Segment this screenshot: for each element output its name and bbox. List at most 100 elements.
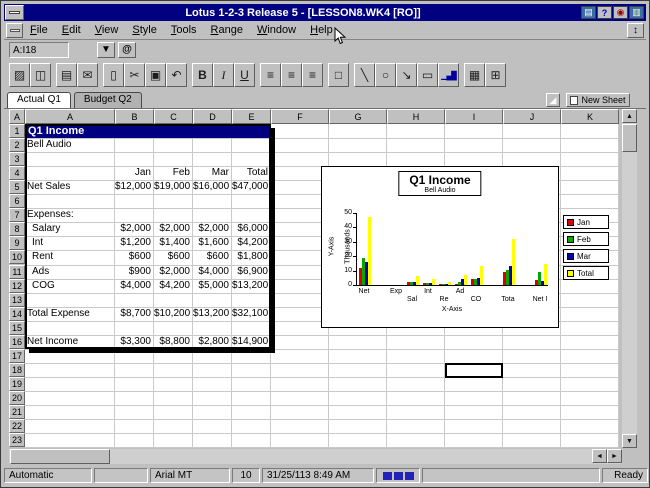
column-header-H[interactable]: H xyxy=(387,109,445,124)
bold-button[interactable]: B xyxy=(192,63,213,87)
send-mail-button[interactable]: ✉ xyxy=(77,63,98,87)
cell-D11[interactable]: $4,000 xyxy=(193,265,232,279)
row-header-6[interactable]: 6 xyxy=(9,194,25,209)
cell-B11[interactable]: $900 xyxy=(115,265,154,279)
column-header-K[interactable]: K xyxy=(561,109,619,124)
menu-file[interactable]: File xyxy=(23,23,55,37)
horizontal-scrollbar[interactable]: ◄ ► xyxy=(9,449,622,464)
cell-A5[interactable]: Net Sales xyxy=(25,180,115,194)
grid-tool-button[interactable]: ▦ xyxy=(464,63,485,87)
row-header-1[interactable]: 1 xyxy=(9,124,25,139)
cell-C12[interactable]: $4,200 xyxy=(154,279,193,293)
status-recalc[interactable]: Automatic xyxy=(4,468,92,483)
legend-jan[interactable]: Jan xyxy=(563,215,609,229)
cell-D9[interactable]: $1,600 xyxy=(193,236,232,250)
column-header-I[interactable]: I xyxy=(445,109,503,124)
help-utility-icon[interactable]: ? xyxy=(597,6,612,19)
draw-line-button[interactable]: ╲ xyxy=(354,63,375,87)
status-smarticons-indicator[interactable] xyxy=(376,468,420,483)
sheet-corner-button[interactable]: A xyxy=(9,109,25,124)
cell-C5[interactable]: $19,000 xyxy=(154,180,193,194)
navigator-button[interactable]: ▼ xyxy=(97,42,115,58)
cell-E14[interactable]: $32,100 xyxy=(232,307,271,321)
row-header-20[interactable]: 20 xyxy=(9,390,25,405)
row-header-19[interactable]: 19 xyxy=(9,376,25,391)
cell-A14[interactable]: Total Expense xyxy=(25,307,115,321)
row-header-15[interactable]: 15 xyxy=(9,320,25,335)
legend-total[interactable]: Total xyxy=(563,266,609,280)
cell-E12[interactable]: $13,200 xyxy=(232,279,271,293)
row-header-23[interactable]: 23 xyxy=(9,433,25,448)
menu-style[interactable]: Style xyxy=(125,23,163,37)
cell-B5[interactable]: $12,000 xyxy=(115,180,154,194)
cell-B10[interactable]: $600 xyxy=(115,250,154,264)
align-left-button[interactable]: ≡ xyxy=(260,63,281,87)
cell-A9[interactable]: Int xyxy=(25,236,115,250)
copy-button[interactable]: ▣ xyxy=(145,63,166,87)
row-header-7[interactable]: 7 xyxy=(9,208,25,223)
cell-D12[interactable]: $5,000 xyxy=(193,279,232,293)
cell-B14[interactable]: $8,700 xyxy=(115,307,154,321)
cell-C8[interactable]: $2,000 xyxy=(154,222,193,236)
row-header-21[interactable]: 21 xyxy=(9,405,25,420)
row-header-12[interactable]: 12 xyxy=(9,278,25,293)
cell-A2[interactable]: Bell Audio xyxy=(25,138,115,152)
draw-arrow-button[interactable]: ↘ xyxy=(396,63,417,87)
cell-A16[interactable]: Net Income xyxy=(25,335,115,349)
select-range-button[interactable]: □ xyxy=(328,63,349,87)
scroll-left-button[interactable]: ◄ xyxy=(592,449,607,463)
cell-E10[interactable]: $1,800 xyxy=(232,250,271,264)
cut-button[interactable]: ✂ xyxy=(124,63,145,87)
cell-D4[interactable]: Mar xyxy=(193,166,232,180)
underline-button[interactable]: U xyxy=(234,63,255,87)
status-datetime[interactable]: 31/25/113 8:49 AM xyxy=(262,468,374,483)
cell-D8[interactable]: $2,000 xyxy=(193,222,232,236)
column-header-J[interactable]: J xyxy=(503,109,561,124)
row-header-18[interactable]: 18 xyxy=(9,362,25,377)
system-menu-button[interactable] xyxy=(5,5,24,20)
cell-B4[interactable]: Jan xyxy=(115,166,154,180)
row-header-10[interactable]: 10 xyxy=(9,250,25,265)
scroll-down-button[interactable]: ▼ xyxy=(622,434,637,448)
vertical-scrollbar[interactable]: ▲ ▼ xyxy=(622,109,637,448)
cell-A10[interactable]: Rent xyxy=(25,250,115,264)
legend-feb[interactable]: Feb xyxy=(563,232,609,246)
column-header-B[interactable]: B xyxy=(115,109,154,124)
status-font-name[interactable]: Arial MT xyxy=(150,468,230,483)
cell-E5[interactable]: $47,000 xyxy=(232,180,271,194)
chart-tool-button[interactable]: ▁▄█ xyxy=(438,63,459,87)
menu-window[interactable]: Window xyxy=(250,23,303,37)
row-header-3[interactable]: 3 xyxy=(9,152,25,167)
record-utility-icon[interactable]: ◉ xyxy=(613,6,628,19)
row-header-8[interactable]: 8 xyxy=(9,222,25,237)
paste-button[interactable]: ▯ xyxy=(103,63,124,87)
menu-view[interactable]: View xyxy=(88,23,126,37)
cell-D16[interactable]: $2,800 xyxy=(193,335,232,349)
draw-button-button[interactable]: ▭ xyxy=(417,63,438,87)
window-utility-icon[interactable]: ▤ xyxy=(581,6,596,19)
document-control-button[interactable] xyxy=(6,22,23,38)
tab-budget-q2[interactable]: Budget Q2 xyxy=(73,92,142,108)
smarticons-button[interactable]: ⊞ xyxy=(485,63,506,87)
row-header-4[interactable]: 4 xyxy=(9,166,25,181)
column-header-E[interactable]: E xyxy=(232,109,271,124)
tab-actual-q1[interactable]: Actual Q1 xyxy=(7,92,71,108)
legend-mar[interactable]: Mar xyxy=(563,249,609,263)
menu-range[interactable]: Range xyxy=(204,23,250,37)
cell-pointer[interactable] xyxy=(445,362,503,378)
column-header-G[interactable]: G xyxy=(329,109,387,124)
cell-A7[interactable]: Expenses: xyxy=(25,208,115,222)
cell-C16[interactable]: $8,800 xyxy=(154,335,193,349)
menu-edit[interactable]: Edit xyxy=(55,23,88,37)
cell-C14[interactable]: $10,200 xyxy=(154,307,193,321)
scroll-up-button[interactable]: ▲ xyxy=(622,109,637,123)
cell-E9[interactable]: $4,200 xyxy=(232,236,271,250)
cell-C9[interactable]: $1,400 xyxy=(154,236,193,250)
cell-A12[interactable]: COG xyxy=(25,279,115,293)
scroll-right-button[interactable]: ► xyxy=(607,449,622,463)
column-header-D[interactable]: D xyxy=(193,109,232,124)
cell-E11[interactable]: $6,900 xyxy=(232,265,271,279)
row-header-22[interactable]: 22 xyxy=(9,419,25,434)
row-header-16[interactable]: 16 xyxy=(9,334,25,349)
print-button[interactable]: ▤ xyxy=(56,63,77,87)
